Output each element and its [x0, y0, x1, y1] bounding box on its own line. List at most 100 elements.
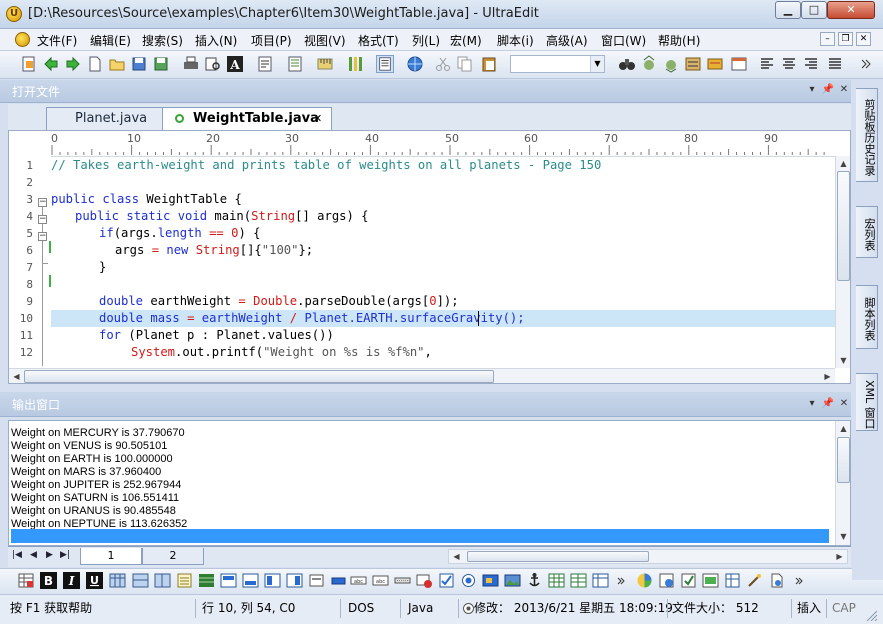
scroll-down-icon[interactable]: ▼: [836, 353, 850, 368]
radio-button-icon[interactable]: [460, 572, 477, 589]
find-next-icon[interactable]: [640, 55, 658, 73]
window-list-icon[interactable]: [730, 55, 748, 73]
tab-close-icon[interactable]: ✕: [313, 112, 322, 125]
sidetab-xml-window[interactable]: XML 窗口: [856, 373, 878, 431]
scrollbar-thumb[interactable]: [467, 551, 649, 562]
insert-column-icon[interactable]: [154, 572, 171, 589]
color-picker-icon[interactable]: [636, 572, 653, 589]
scroll-up-icon[interactable]: ▲: [836, 156, 850, 171]
new-file-icon[interactable]: [20, 55, 38, 73]
sidetab-script-list[interactable]: 脚本列表: [856, 285, 878, 349]
output-horizontal-scrollbar[interactable]: ◀ ▶: [448, 549, 848, 564]
blank-document-icon[interactable]: [86, 55, 104, 73]
hidden-field-icon[interactable]: [394, 572, 411, 589]
output-tab-1[interactable]: 1: [80, 548, 142, 565]
tab-planet-java[interactable]: Planet.java: [46, 107, 164, 131]
image-button-icon[interactable]: [482, 572, 499, 589]
back-arrow-icon[interactable]: [42, 55, 60, 73]
scrollbar-thumb[interactable]: [837, 437, 850, 483]
panel-menu-icon[interactable]: ▾: [805, 397, 819, 411]
ruler-icon[interactable]: [316, 55, 334, 73]
toolbar-overflow-icon[interactable]: [856, 55, 874, 73]
anchor-icon[interactable]: [526, 572, 543, 589]
row-above-icon[interactable]: [264, 572, 281, 589]
scroll-down-icon[interactable]: ▼: [836, 529, 850, 544]
maximize-button[interactable]: □: [801, 1, 827, 19]
code-editor[interactable]: 0 10 20 30 40 50 60 70 80 90 1 2 3 4 5 6…: [8, 130, 851, 384]
bold-icon[interactable]: B: [40, 572, 57, 589]
doc-grid-icon[interactable]: [724, 572, 741, 589]
merge-cells-icon[interactable]: [220, 572, 237, 589]
mdi-minimize-button[interactable]: –: [820, 32, 835, 46]
browser-globe-icon[interactable]: [406, 55, 424, 73]
output-tab-2[interactable]: 2: [142, 548, 204, 565]
replace-icon[interactable]: [684, 55, 702, 73]
form-icon[interactable]: [308, 572, 325, 589]
cut-icon[interactable]: [434, 55, 452, 73]
scroll-right-icon[interactable]: ▶: [820, 369, 835, 383]
save-all-icon[interactable]: [152, 55, 170, 73]
status-insert-mode[interactable]: 插入: [797, 598, 821, 618]
text-area-icon[interactable]: abc: [372, 572, 389, 589]
tab-weighttable-java[interactable]: WeightTable.java ✕: [162, 107, 332, 131]
menu-project[interactable]: 项目(P): [251, 32, 292, 49]
last-tab-icon[interactable]: ▶|: [60, 550, 70, 560]
split-cells-icon[interactable]: [242, 572, 259, 589]
row-below-icon[interactable]: [286, 572, 303, 589]
mdi-close-button[interactable]: ✕: [856, 32, 871, 46]
scroll-right-icon[interactable]: ▶: [832, 549, 847, 564]
fold-toggle[interactable]: −: [38, 198, 47, 207]
save-icon[interactable]: [130, 55, 148, 73]
grid-table-icon[interactable]: [548, 572, 565, 589]
editor-horizontal-scrollbar[interactable]: ◀ ▶: [9, 368, 835, 383]
line-numbers-icon[interactable]: [376, 55, 394, 73]
scrollbar-thumb[interactable]: [24, 370, 494, 383]
scroll-up-icon[interactable]: ▲: [836, 421, 850, 436]
copy-icon[interactable]: [456, 55, 474, 73]
pin-icon[interactable]: 📌: [821, 397, 835, 411]
close-window-button[interactable]: ✕: [827, 1, 875, 19]
checkbox-icon[interactable]: [438, 572, 455, 589]
table-props-icon[interactable]: [176, 572, 193, 589]
mdi-restore-button[interactable]: ❐: [838, 32, 853, 46]
output-window[interactable]: Weight on MERCURY is 37.790670 Weight on…: [8, 420, 851, 546]
menu-insert[interactable]: 插入(N): [195, 32, 237, 49]
magic-wand-icon[interactable]: [746, 572, 763, 589]
toolbar-overflow-icon[interactable]: [790, 572, 807, 589]
menu-view[interactable]: 视图(V): [304, 32, 346, 49]
panel-menu-icon[interactable]: ▾: [805, 83, 819, 97]
insert-table-icon[interactable]: [109, 572, 126, 589]
fold-toggle[interactable]: −: [38, 215, 47, 224]
resize-grip-icon[interactable]: [865, 609, 879, 621]
paste-icon[interactable]: [480, 55, 498, 73]
validate-icon[interactable]: [680, 572, 697, 589]
toolbar-overflow-icon[interactable]: [612, 572, 629, 589]
output-vertical-scrollbar[interactable]: ▲ ▼: [835, 421, 850, 545]
justify-icon[interactable]: [826, 55, 844, 73]
italic-icon[interactable]: I: [63, 572, 80, 589]
insert-row-icon[interactable]: [132, 572, 149, 589]
grid-table-alt-icon[interactable]: [570, 572, 587, 589]
sidetab-clipboard-history[interactable]: 剪贴板历史记录: [856, 88, 878, 182]
next-tab-icon[interactable]: ▶: [46, 550, 53, 560]
binoculars-find-icon[interactable]: [618, 55, 636, 73]
reset-button-icon[interactable]: [416, 572, 433, 589]
find-prev-icon[interactable]: [662, 55, 680, 73]
image-icon[interactable]: [504, 572, 521, 589]
menu-file[interactable]: 文件(F): [37, 32, 77, 49]
find-in-files-icon[interactable]: [706, 55, 724, 73]
search-combo-input[interactable]: ▼: [510, 55, 605, 73]
sidetab-macro-list[interactable]: 宏列表: [856, 206, 878, 258]
underline-icon[interactable]: U: [86, 572, 103, 589]
print-preview-icon[interactable]: [204, 55, 222, 73]
editor-vertical-scrollbar[interactable]: ▲ ▼: [835, 156, 850, 368]
menu-column[interactable]: 列(L): [412, 32, 440, 49]
chevron-down-icon[interactable]: ▼: [590, 56, 604, 72]
columns-icon[interactable]: [346, 55, 364, 73]
scrollbar-thumb[interactable]: [837, 171, 850, 281]
menu-help[interactable]: 帮助(H): [658, 32, 700, 49]
menu-window[interactable]: 窗口(W): [601, 32, 646, 49]
color-grid-icon[interactable]: [198, 572, 215, 589]
html-tidy-icon[interactable]: [702, 572, 719, 589]
forward-arrow-icon[interactable]: [64, 55, 82, 73]
